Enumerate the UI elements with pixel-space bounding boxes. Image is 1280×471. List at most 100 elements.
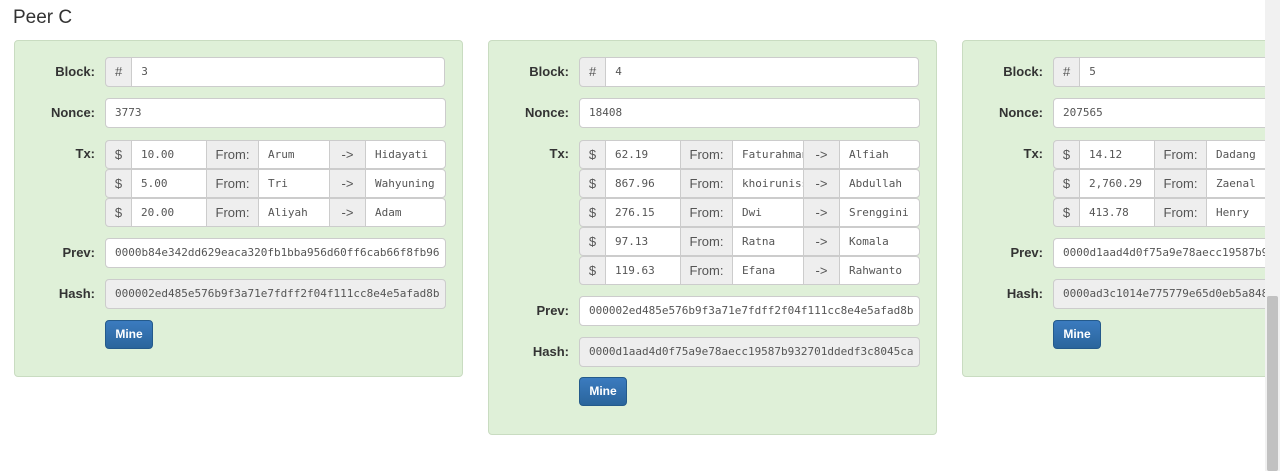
peer-viewport: Peer C Block: # 3 Nonce: 3773 Tx: $ 10.0… <box>0 0 1265 471</box>
nonce-input[interactable]: 18408 <box>579 98 920 128</box>
hash-output: 0000ad3c1014e775779e65d0eb5a848 <box>1053 279 1265 309</box>
tx-from-input[interactable]: Tri <box>258 169 330 198</box>
tx-amount-input[interactable]: 119.63 <box>605 256 681 285</box>
scrollbar-thumb[interactable] <box>1267 296 1278 471</box>
arrow-addon: -> <box>329 169 366 198</box>
dollar-addon: $ <box>579 140 606 169</box>
tx-amount-input[interactable]: 20.00 <box>131 198 207 227</box>
dollar-addon: $ <box>105 169 132 198</box>
nonce-label: Nonce: <box>50 105 95 120</box>
arrow-addon: -> <box>803 227 840 256</box>
tx-to-input[interactable]: Alfiah <box>839 140 920 169</box>
from-addon: From: <box>680 198 733 227</box>
tx-row: $ 10.00 From: Arum -> Hidayati <box>105 140 446 169</box>
tx-label: Tx: <box>75 146 96 161</box>
tx-to-input[interactable]: Abdullah <box>839 169 920 198</box>
block-label: Block: <box>55 64 95 79</box>
tx-from-input[interactable]: khoiruniss <box>732 169 804 198</box>
tx-to-input[interactable]: Wahyuning <box>365 169 446 198</box>
tx-from-input[interactable]: Zaenal <box>1206 169 1265 198</box>
tx-row: $ 119.63 From: Efana -> Rahwanto <box>579 256 920 285</box>
arrow-addon: -> <box>803 169 840 198</box>
from-addon: From: <box>206 140 259 169</box>
tx-to-input[interactable]: Rahwanto <box>839 256 920 285</box>
prev-hash-input[interactable]: 000002ed485e576b9f3a71e7fdff2f04f111cc8e… <box>579 296 920 326</box>
tx-from-input[interactable]: Henry <box>1206 198 1265 227</box>
prev-hash-input[interactable]: 0000b84e342dd629eaca320fb1bba956d60ff6ca… <box>105 238 446 268</box>
prev-hash-input[interactable]: 0000d1aad4d0f75a9e78aecc19587b932701dded… <box>1053 238 1265 268</box>
hash-output: 000002ed485e576b9f3a71e7fdff2f04f111cc8e… <box>105 279 446 309</box>
tx-from-input[interactable]: Dwi <box>732 198 804 227</box>
from-addon: From: <box>1154 198 1207 227</box>
tx-amount-input[interactable]: 10.00 <box>131 140 207 169</box>
arrow-addon: -> <box>803 140 840 169</box>
dollar-addon: $ <box>579 169 606 198</box>
hash-sign-addon: # <box>105 57 133 87</box>
tx-to-input[interactable]: Hidayati <box>365 140 446 169</box>
tx-to-input[interactable]: Srenggini <box>839 198 920 227</box>
hash-sign-addon: # <box>1053 57 1081 87</box>
mine-button[interactable]: Mine <box>579 377 627 406</box>
nonce-input[interactable]: 3773 <box>105 98 446 128</box>
block-number-input[interactable]: 4 <box>605 57 920 87</box>
from-addon: From: <box>1154 169 1207 198</box>
dollar-addon: $ <box>1053 140 1080 169</box>
tx-amount-input[interactable]: 867.96 <box>605 169 681 198</box>
tx-from-input[interactable]: Faturahman <box>732 140 804 169</box>
arrow-addon: -> <box>803 256 840 285</box>
tx-from-input[interactable]: Efana <box>732 256 804 285</box>
tx-to-input[interactable]: Adam <box>365 198 446 227</box>
hash-output: 0000d1aad4d0f75a9e78aecc19587b932701dded… <box>579 337 920 367</box>
hash-sign-addon: # <box>579 57 607 87</box>
tx-from-input[interactable]: Dadang <box>1206 140 1265 169</box>
from-addon: From: <box>206 198 259 227</box>
prev-label: Prev: <box>536 303 569 318</box>
tx-row: $ 276.15 From: Dwi -> Srenggini <box>579 198 920 227</box>
mine-button[interactable]: Mine <box>1053 320 1101 349</box>
tx-label: Tx: <box>549 146 570 161</box>
arrow-addon: -> <box>803 198 840 227</box>
nonce-label: Nonce: <box>998 105 1043 120</box>
block-card: Block: # 5 Nonce: 207565 Tx: $ 14.12 Fro… <box>962 40 1265 377</box>
tx-amount-input[interactable]: 14.12 <box>1079 140 1155 169</box>
dollar-addon: $ <box>579 198 606 227</box>
hash-label: Hash: <box>58 286 95 301</box>
arrow-addon: -> <box>329 198 366 227</box>
tx-row: $ 2,760.29 From: Zaenal -> <box>1053 169 1265 198</box>
block-card: Block: # 3 Nonce: 3773 Tx: $ 10.00 From:… <box>14 40 463 377</box>
block-label: Block: <box>529 64 569 79</box>
tx-amount-input[interactable]: 413.78 <box>1079 198 1155 227</box>
peer-title: Peer C <box>13 7 73 28</box>
tx-amount-input[interactable]: 5.00 <box>131 169 207 198</box>
dollar-addon: $ <box>1053 169 1080 198</box>
tx-row: $ 20.00 From: Aliyah -> Adam <box>105 198 446 227</box>
block-number-input[interactable]: 3 <box>131 57 446 87</box>
block-label: Block: <box>1003 64 1043 79</box>
dollar-addon: $ <box>105 198 132 227</box>
nonce-input[interactable]: 207565 <box>1053 98 1265 128</box>
tx-amount-input[interactable]: 62.19 <box>605 140 681 169</box>
block-card: Block: # 4 Nonce: 18408 Tx: $ 62.19 From… <box>488 40 937 435</box>
mine-button[interactable]: Mine <box>105 320 153 349</box>
tx-from-input[interactable]: Arum <box>258 140 330 169</box>
tx-from-input[interactable]: Aliyah <box>258 198 330 227</box>
tx-to-input[interactable]: Komala <box>839 227 920 256</box>
dollar-addon: $ <box>579 227 606 256</box>
tx-amount-input[interactable]: 276.15 <box>605 198 681 227</box>
dollar-addon: $ <box>105 140 132 169</box>
from-addon: From: <box>680 140 733 169</box>
tx-row: $ 97.13 From: Ratna -> Komala <box>579 227 920 256</box>
tx-amount-input[interactable]: 97.13 <box>605 227 681 256</box>
tx-label: Tx: <box>1023 146 1044 161</box>
hash-label: Hash: <box>532 344 569 359</box>
tx-row: $ 413.78 From: Henry -> <box>1053 198 1265 227</box>
block-number-input[interactable]: 5 <box>1079 57 1265 87</box>
tx-amount-input[interactable]: 2,760.29 <box>1079 169 1155 198</box>
tx-row: $ 5.00 From: Tri -> Wahyuning <box>105 169 446 198</box>
from-addon: From: <box>680 169 733 198</box>
vertical-scrollbar[interactable] <box>1265 0 1280 471</box>
nonce-label: Nonce: <box>524 105 569 120</box>
prev-label: Prev: <box>62 245 95 260</box>
dollar-addon: $ <box>579 256 606 285</box>
tx-from-input[interactable]: Ratna <box>732 227 804 256</box>
